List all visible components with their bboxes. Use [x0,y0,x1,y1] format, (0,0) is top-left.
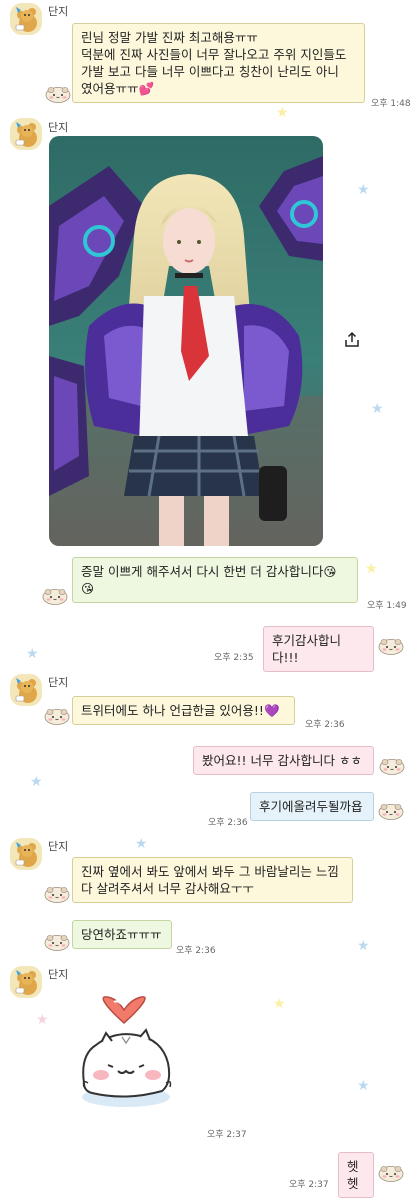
hamster-sticker-icon [378,1163,404,1182]
bear-avatar-icon[interactable] [10,118,42,150]
message-bubble[interactable]: 증말 이쁘게 해주셔서 다시 한번 더 감사합니다😘 😘 [72,557,358,603]
message-bubble[interactable]: 후기감사합니다!!! [263,626,374,672]
hamster-sticker-icon [378,801,404,820]
bear-avatar-icon[interactable] [10,674,42,706]
bear-avatar-icon[interactable] [10,838,42,870]
shared-photo[interactable] [49,136,323,546]
cosplay-photo-image [49,136,323,546]
star-icon: ★ [371,401,384,417]
message-time: 오후 2:36 [305,720,345,730]
message-time: 오후 2:37 [289,1180,329,1190]
bear-avatar-icon[interactable] [10,966,42,998]
message-bubble[interactable]: 후기에올려두될까욥 [250,792,374,821]
message-time: 오후 2:37 [207,1130,247,1140]
star-icon: ★ [357,182,370,198]
message-time: 오후 2:35 [214,653,254,663]
sender-name: 단지 [48,968,69,981]
message-bubble[interactable]: 린님 정말 가발 진짜 최고해용ㅠㅠ 덕분에 진짜 사진들이 너무 잘나오고 주… [72,23,365,103]
message-time: 오후 1:48 [371,99,411,109]
star-icon: ★ [135,836,148,852]
hamster-sticker-icon [378,636,404,655]
star-icon: ★ [273,996,286,1012]
bear-avatar-icon[interactable] [10,3,42,35]
message-bubble[interactable]: 진짜 옆에서 봐도 앞에서 봐두 그 바람날리는 느낌 다 살려주셔서 너무 감… [72,857,353,903]
sender-name: 단지 [48,121,69,134]
hamster-sticker-icon [379,756,405,775]
message-bubble[interactable]: 헷헷 [338,1152,374,1198]
message-bubble[interactable]: 트위터에도 하나 언급한글 있어용!!💜 [72,696,295,725]
sender-name: 단지 [48,676,69,689]
star-icon: ★ [26,646,39,662]
message-bubble[interactable]: 봤어요!! 너무 감사합니다 ㅎㅎ [193,746,374,775]
message-time: 오후 1:49 [367,601,407,611]
star-icon: ★ [357,1078,370,1094]
star-icon: ★ [276,105,289,121]
share-icon[interactable] [343,331,361,349]
message-time: 오후 2:36 [176,946,216,956]
hamster-heart-sticker[interactable] [74,995,178,1113]
message-bubble[interactable]: 당연하죠ㅠㅠㅠ [72,920,172,949]
star-icon: ★ [36,1012,49,1028]
hamster-sticker-icon [44,884,70,903]
sender-name: 단지 [48,840,69,853]
hamster-sticker-icon [44,706,70,725]
hamster-sticker-icon [44,932,70,951]
hamster-sticker-icon [42,586,68,605]
sender-name: 단지 [48,5,69,18]
message-time: 오후 2:36 [208,818,248,828]
hamster-sticker-icon [45,84,71,103]
star-icon: ★ [30,774,43,790]
star-icon: ★ [357,938,370,954]
star-icon: ★ [365,561,378,577]
